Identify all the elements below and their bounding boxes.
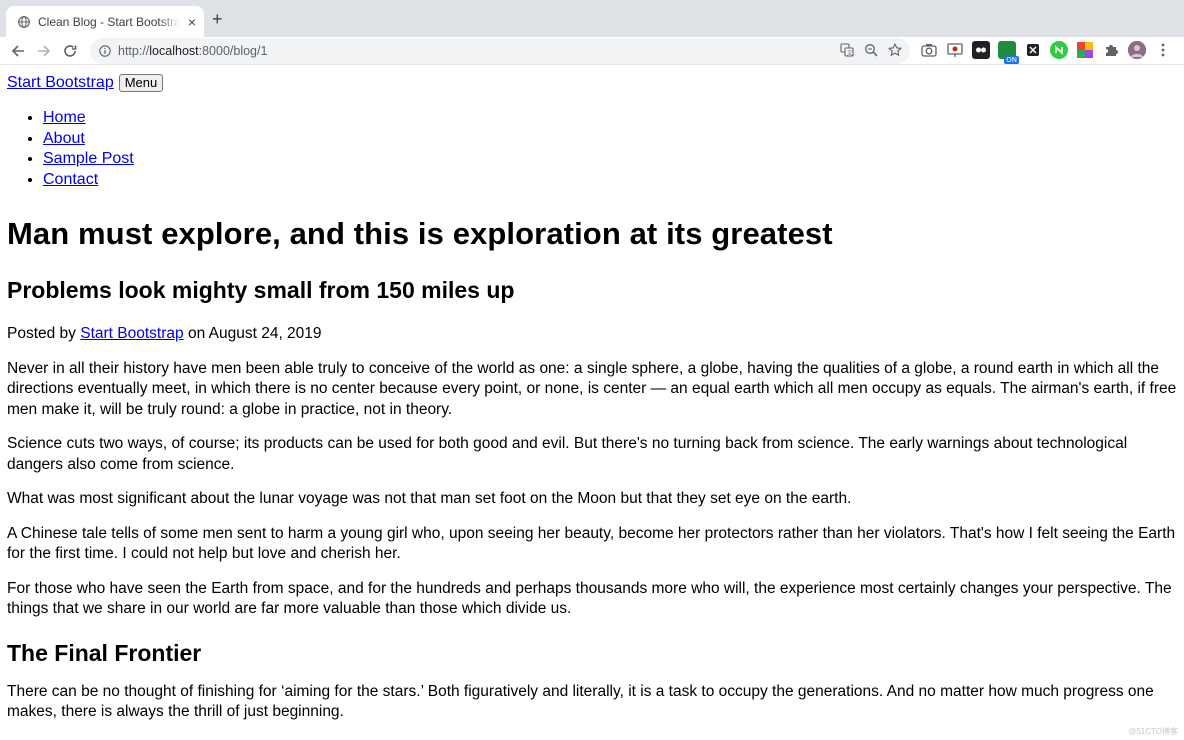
nav-item: About — [43, 129, 1177, 150]
browser-toolbar: http://localhost:8000/blog/1 文 ON — [0, 37, 1184, 65]
back-arrow-icon[interactable] — [10, 43, 26, 59]
bookmark-star-icon[interactable] — [888, 43, 902, 62]
nav-link-sample-post[interactable]: Sample Post — [43, 150, 134, 167]
on-badge-icon[interactable]: ON — [998, 41, 1019, 64]
kebab-menu-icon[interactable] — [1154, 41, 1172, 59]
extensions-area: ON — [920, 41, 1172, 64]
nav-item: Home — [43, 108, 1177, 129]
watermark: @51CTO博客 — [1128, 727, 1178, 736]
tab-close-icon[interactable]: × — [188, 15, 196, 29]
author-link[interactable]: Start Bootstrap — [80, 325, 183, 342]
globe-icon — [18, 15, 30, 28]
post-subtitle: Problems look mighty small from 150 mile… — [7, 277, 515, 303]
info-icon[interactable] — [98, 44, 112, 58]
color-grid-icon[interactable] — [1076, 41, 1094, 59]
avatar-icon[interactable] — [1128, 41, 1146, 59]
site-nav: Home About Sample Post Contact — [7, 108, 1177, 190]
post-title: Man must explore, and this is exploratio… — [7, 216, 833, 251]
ghost-icon[interactable] — [972, 41, 990, 59]
meta-prefix: Posted by — [7, 325, 81, 342]
translate-icon[interactable]: 文 — [840, 43, 854, 62]
green-circle-icon[interactable] — [1050, 41, 1068, 59]
tab-strip: Clean Blog - Start Bootstrap Theme × + — [0, 0, 1184, 37]
page-content: Start Bootstrap Menu Home About Sample P… — [7, 66, 1177, 723]
browser-tab[interactable]: Clean Blog - Start Bootstrap Theme × — [6, 6, 204, 37]
url-text[interactable]: http://localhost:8000/blog/1 — [118, 44, 267, 58]
nav-link-contact[interactable]: Contact — [43, 171, 98, 188]
post-meta: Posted by Start Bootstrap on August 24, … — [7, 324, 1177, 345]
nav-link-home[interactable]: Home — [43, 109, 86, 126]
nav-link-about[interactable]: About — [43, 130, 85, 147]
post-paragraph: A Chinese tale tells of some men sent to… — [7, 524, 1176, 563]
screen-share-icon[interactable] — [946, 41, 964, 59]
nav-item: Sample Post — [43, 149, 1177, 170]
post-paragraph: For those who have seen the Earth from s… — [7, 579, 1172, 618]
camera-icon[interactable] — [920, 41, 938, 59]
svg-text:文: 文 — [847, 49, 853, 57]
post-paragraph: What was most significant about the luna… — [7, 490, 852, 507]
address-bar[interactable]: http://localhost:8000/blog/1 文 — [90, 38, 910, 64]
menu-button[interactable]: Menu — [118, 74, 164, 92]
brand-link[interactable]: Start Bootstrap — [7, 74, 114, 92]
post-paragraph: Never in all their history have men been… — [7, 359, 1177, 418]
forward-arrow-icon[interactable] — [36, 43, 52, 59]
new-tab-button[interactable]: + — [212, 10, 223, 28]
nav-item: Contact — [43, 170, 1177, 191]
section-heading: The Final Frontier — [7, 639, 202, 666]
zoom-icon[interactable] — [864, 43, 878, 62]
x-icon[interactable] — [1024, 41, 1042, 59]
tab-title: Clean Blog - Start Bootstrap Theme — [38, 14, 180, 29]
puzzle-icon[interactable] — [1102, 41, 1120, 59]
meta-date: on August 24, 2019 — [183, 325, 322, 342]
reload-icon[interactable] — [62, 43, 78, 59]
site-header: Start Bootstrap Menu — [7, 74, 1177, 92]
url-scheme: http:// — [118, 44, 150, 58]
post-body: Never in all their history have men been… — [7, 359, 1177, 723]
url-host: localhost — [149, 44, 199, 58]
on-badge-text: ON — [1004, 56, 1019, 64]
url-path: :8000/blog/1 — [198, 44, 268, 58]
post-paragraph: There can be no thought of finishing for… — [7, 682, 1154, 721]
post-paragraph: Science cuts two ways, of course; its pr… — [7, 435, 1128, 473]
